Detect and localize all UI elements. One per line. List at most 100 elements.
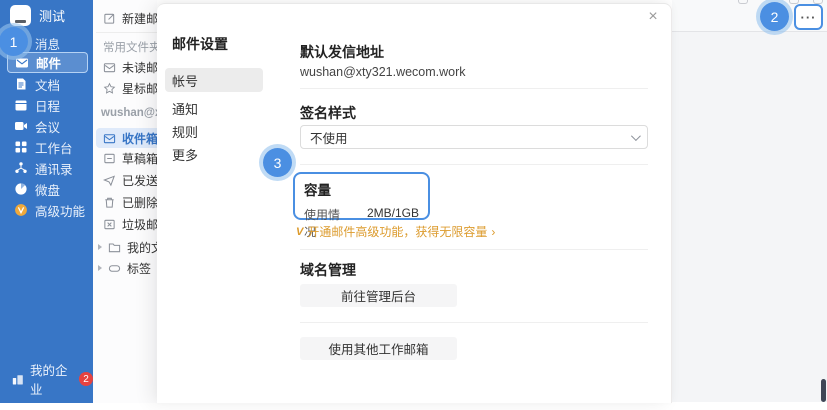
sidebar-item-workbench[interactable]: 工作台 — [0, 137, 93, 157]
folder-label: 未读邮件 — [122, 59, 157, 76]
folder-label: 已删除 — [122, 194, 157, 211]
sidebar-item-meeting[interactable]: 会议 — [0, 116, 93, 136]
folder-sent[interactable]: 已发送 — [96, 170, 157, 190]
folder-tags[interactable]: 标签 — [96, 258, 157, 278]
folder-label: 星标邮件 — [122, 80, 157, 97]
meeting-icon — [14, 119, 28, 133]
compose-icon — [103, 12, 116, 25]
divider — [300, 88, 648, 89]
folder-label: 标签 — [127, 260, 151, 277]
upgrade-link[interactable]: V 开通邮件高级功能，获得无限容量 › — [296, 223, 495, 240]
folder-spam[interactable]: 垃圾邮件 — [96, 214, 157, 234]
folder-starred[interactable]: 星标邮件 — [96, 78, 157, 98]
close-icon[interactable]: × — [643, 7, 663, 27]
sidebar-item-label: 高级功能 — [35, 201, 85, 220]
capacity-heading: 容量 — [304, 179, 419, 199]
folder-label: 已发送 — [122, 172, 157, 189]
account-label: wushan@xty3 — [101, 107, 157, 119]
sidebar-item-label: 文档 — [35, 75, 60, 94]
use-other-mailbox-button[interactable]: 使用其他工作邮箱 — [300, 337, 457, 360]
divider — [96, 32, 157, 33]
signature-heading: 签名样式 — [300, 103, 356, 123]
folder-label: 草稿箱 — [122, 150, 157, 167]
sidebar-item-label: 会议 — [35, 117, 60, 136]
sent-icon — [103, 174, 116, 187]
go-admin-button[interactable]: 前往管理后台 — [300, 284, 457, 307]
sidebar-item-label: 消息 — [35, 34, 60, 53]
sidebar-item-label: 邮件 — [36, 53, 61, 72]
annotation-marker-2: 2 — [760, 2, 789, 31]
divider — [300, 322, 648, 323]
calendar-icon — [14, 98, 28, 112]
folder-inbox[interactable]: 收件箱 — [96, 128, 157, 148]
sidebar-item-label: 工作台 — [35, 138, 73, 157]
sidebar-item-contacts[interactable]: 通讯录 — [0, 158, 93, 178]
divider — [300, 164, 648, 165]
annotation-marker-3: 3 — [263, 148, 292, 177]
scrollbar-thumb[interactable] — [821, 379, 826, 402]
sidebar-item-drive[interactable]: 微盘 — [0, 179, 93, 199]
sidebar-item-label: 日程 — [35, 96, 60, 115]
premium-v-icon: V — [296, 226, 303, 238]
my-company-entry[interactable]: 我的企业 2 — [11, 360, 93, 398]
modal-title: 邮件设置 — [172, 34, 228, 54]
tag-icon — [108, 262, 121, 275]
company-building-icon — [11, 372, 25, 386]
my-company-label: 我的企业 — [30, 360, 74, 398]
cut-toolbar-icon — [738, 0, 748, 4]
sidebar-item-premium[interactable]: 高级功能 — [0, 200, 93, 220]
upgrade-arrow-icon: › — [491, 225, 495, 239]
premium-icon — [14, 203, 28, 217]
settings-tab-rules[interactable]: 规则 — [165, 119, 263, 143]
annotation-marker-1: 1 — [0, 27, 28, 56]
settings-tab-notifications[interactable]: 通知 — [165, 96, 263, 120]
company-name: 测试 — [39, 6, 65, 25]
folder-label: 我的文件夹 — [127, 239, 157, 256]
settings-tab-more[interactable]: 更多 — [165, 142, 263, 166]
expand-arrow-icon[interactable] — [98, 265, 102, 271]
capacity-highlight-box: 容量 使用情况 2MB/1GB — [293, 172, 430, 220]
signature-select[interactable]: 不使用 — [300, 125, 648, 149]
company-header[interactable]: 测试 — [10, 5, 65, 26]
app-window: 测试 消息 邮件 文档 日程 会议 工作台 通讯录 — [0, 0, 827, 410]
company-badge: 2 — [79, 372, 93, 386]
domain-heading: 域名管理 — [300, 260, 356, 280]
background-content-area — [672, 0, 827, 402]
sidebar-item-label: 通讯录 — [35, 159, 73, 178]
main-sidebar: 测试 消息 邮件 文档 日程 会议 工作台 通讯录 — [0, 0, 93, 403]
folder-group-label: 常用文件夹 — [103, 39, 157, 55]
folder-unread[interactable]: 未读邮件 — [96, 57, 157, 77]
default-address-heading: 默认发信地址 — [300, 42, 384, 62]
default-address-value: wushan@xty321.wecom.work — [300, 65, 466, 79]
signature-selected-option: 不使用 — [310, 128, 348, 147]
company-avatar — [10, 5, 31, 26]
mail-icon — [15, 56, 29, 70]
compose-mail-button[interactable]: 新建邮件 — [96, 8, 157, 28]
expand-arrow-icon[interactable] — [98, 244, 102, 250]
contacts-icon — [14, 161, 28, 175]
more-options-button[interactable]: ··· — [794, 4, 823, 30]
unread-mail-icon — [103, 61, 116, 74]
inbox-icon — [103, 132, 116, 145]
settings-tab-account[interactable]: 帐号 — [165, 68, 263, 92]
compose-label: 新建邮件 — [122, 10, 157, 27]
mail-settings-modal: × 邮件设置 帐号 通知 规则 更多 默认发信地址 wushan@xty321.… — [157, 3, 672, 403]
sidebar-item-docs[interactable]: 文档 — [0, 74, 93, 94]
upgrade-link-text: 开通邮件高级功能，获得无限容量 — [307, 223, 487, 240]
doc-icon — [14, 77, 28, 91]
mail-folder-panel: 新建邮件 常用文件夹 未读邮件 星标邮件 wushan@xty3 收件箱 草稿箱… — [93, 0, 157, 403]
folder-icon — [108, 241, 121, 254]
drive-icon — [14, 182, 28, 196]
workbench-icon — [14, 140, 28, 154]
folder-label: 收件箱 — [122, 130, 157, 147]
chevron-down-icon — [631, 131, 641, 141]
folder-my-folders[interactable]: 我的文件夹 — [96, 237, 157, 257]
sidebar-item-schedule[interactable]: 日程 — [0, 95, 93, 115]
draft-icon — [103, 152, 116, 165]
folder-deleted[interactable]: 已删除 — [96, 192, 157, 212]
spam-icon — [103, 218, 116, 231]
divider — [672, 31, 827, 32]
sidebar-item-mail[interactable]: 邮件 — [7, 52, 88, 73]
star-icon — [103, 82, 116, 95]
folder-drafts[interactable]: 草稿箱 — [96, 148, 157, 168]
